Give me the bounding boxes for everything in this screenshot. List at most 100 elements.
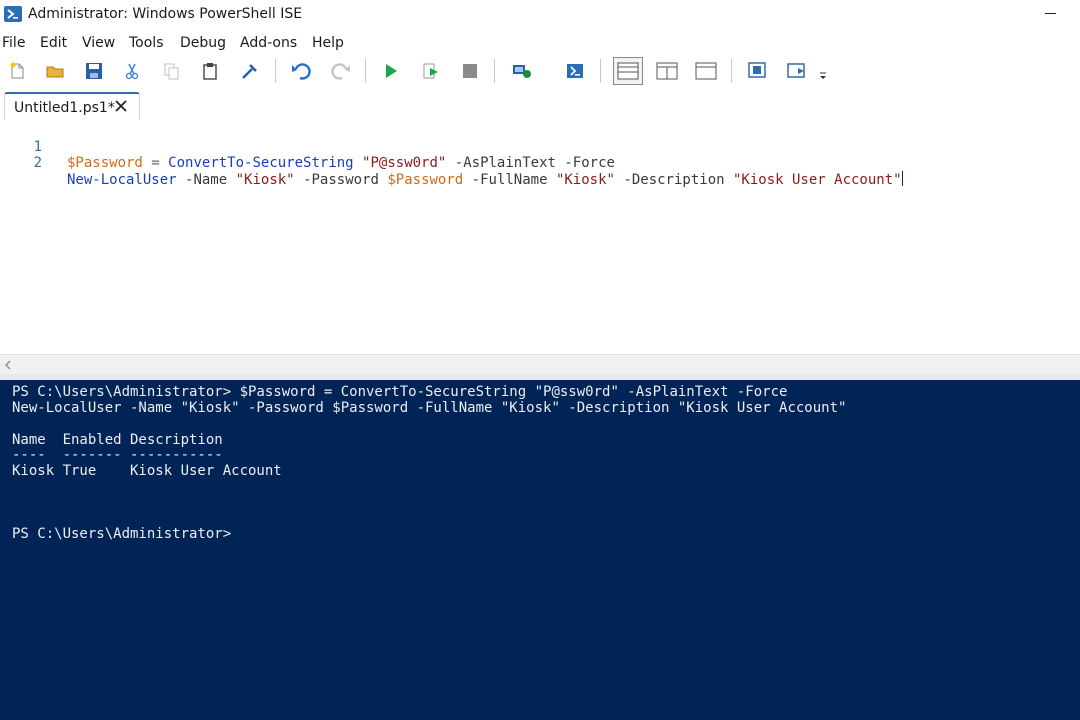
start-powershell-button[interactable] [562, 58, 588, 84]
show-script-pane-top-button[interactable] [613, 57, 643, 85]
code-token-sp [725, 172, 733, 188]
redo-button[interactable] [328, 58, 354, 84]
open-file-icon [46, 66, 64, 78]
line-number: 2 [33, 155, 42, 171]
clear-console-button[interactable] [236, 58, 262, 84]
code-token-var: $Password [67, 155, 143, 171]
code-token-par: -Password [303, 172, 379, 188]
code-token-sp [463, 172, 471, 188]
code-token-sp [227, 172, 235, 188]
close-icon [115, 100, 127, 112]
run-selection-icon [423, 63, 438, 79]
script-tab-strip: Untitled1.ps1* [0, 90, 1080, 120]
editor-line[interactable]: 2 New-LocalUser -Name "Kiosk" -Password … [0, 139, 1080, 188]
code-token-sp [160, 155, 168, 171]
code-token-str: "Kiosk" [235, 172, 295, 188]
code-token-sp [446, 155, 454, 171]
save-icon [86, 63, 102, 79]
more-icon [820, 72, 826, 79]
code-text[interactable]: New-LocalUser -Name "Kiosk" -Password $P… [67, 171, 903, 188]
show-script-icon [748, 62, 766, 78]
console-line: Kiosk True Kiosk User Account [12, 463, 282, 479]
remote-powershell-icon [513, 65, 531, 78]
toolbar-separator [365, 59, 366, 83]
tab-untitled1[interactable]: Untitled1.ps1* [4, 92, 140, 120]
undo-button[interactable] [288, 58, 314, 84]
show-commands-icon [787, 63, 805, 78]
show-script-button[interactable] [745, 58, 771, 84]
code-text[interactable]: $Password = ConvertTo-SecureString "P@ss… [67, 155, 615, 171]
code-token-par: -FullName [471, 172, 548, 188]
menu-file[interactable]: File [2, 35, 25, 51]
copy-icon [164, 63, 179, 80]
code-token-sp [295, 172, 303, 188]
window-title: Administrator: Windows PowerShell ISE [28, 6, 303, 22]
code-token-cmd: New-LocalUser [67, 172, 177, 188]
menu-add-ons[interactable]: Add-ons [240, 35, 297, 51]
minimize-icon [1045, 13, 1056, 14]
code-token-str: "P@ssw0rd" [362, 155, 447, 171]
menu-help[interactable]: Help [312, 35, 344, 51]
editor-horizontal-scrollbar[interactable] [0, 354, 1080, 374]
save-button[interactable] [81, 58, 107, 84]
layout-max-icon [695, 62, 717, 80]
open-file-button[interactable] [42, 58, 68, 84]
code-token-par: -AsPlainText [454, 155, 556, 171]
powershell-ise-app-icon [4, 6, 22, 22]
code-token-sp [354, 155, 362, 171]
code-token-var: $Password [387, 172, 464, 188]
code-token-par: -Force [564, 155, 615, 171]
toolbar-separator [275, 59, 276, 83]
powershell-icon [567, 64, 583, 78]
menu-view[interactable]: View [82, 35, 115, 51]
code-token-op: = [151, 155, 160, 171]
layout-top-icon [617, 62, 639, 80]
toolbar-separator [600, 59, 601, 83]
redo-icon [331, 63, 350, 80]
run-icon [386, 64, 397, 78]
console-line: Name Enabled Description [12, 432, 223, 448]
menu-debug[interactable]: Debug [180, 35, 226, 51]
code-token-sp [177, 172, 185, 188]
run-selection-button[interactable] [418, 58, 444, 84]
console-pane[interactable]: PS C:\Users\Administrator> $Password = C… [0, 380, 1080, 720]
new-file-button[interactable] [4, 58, 30, 84]
toolbar-separator [494, 59, 495, 83]
toolbar [0, 56, 1080, 86]
code-token-par: -Description [623, 172, 725, 188]
paste-icon [203, 63, 217, 80]
console-line: ---- ------- ----------- [12, 447, 223, 463]
text-caret [901, 171, 903, 186]
clear-icon [242, 64, 257, 79]
undo-icon [292, 63, 311, 80]
script-editor[interactable]: 1 $Password = ConvertTo-SecureString "P@… [0, 120, 1080, 354]
menu-bar: File Edit View Tools Debug Add-ons Help [0, 33, 1080, 55]
menu-tools[interactable]: Tools [129, 35, 164, 51]
show-commands-button[interactable] [784, 58, 810, 84]
code-token-str: "Kiosk" [555, 172, 615, 188]
new-file-icon [10, 62, 24, 79]
show-script-pane-right-button[interactable] [654, 58, 680, 84]
editor-line[interactable]: 1 $Password = ConvertTo-SecureString "P@… [0, 123, 1080, 171]
paste-button[interactable] [197, 58, 223, 84]
scroll-left-icon[interactable] [4, 360, 12, 370]
cut-icon [125, 63, 139, 80]
stop-button[interactable] [457, 58, 483, 84]
code-token-sp [548, 172, 556, 188]
copy-button[interactable] [158, 58, 184, 84]
cut-button[interactable] [119, 58, 145, 84]
toolbar-separator [731, 59, 732, 83]
console-line: New-LocalUser -Name "Kiosk" -Password $P… [12, 400, 847, 416]
code-token-cmd: ConvertTo-SecureString [168, 155, 354, 171]
tab-label: Untitled1.ps1* [14, 100, 115, 116]
menu-edit[interactable]: Edit [40, 35, 67, 51]
console-prompt[interactable]: PS C:\Users\Administrator> [12, 526, 231, 542]
run-script-button[interactable] [378, 58, 404, 84]
minimize-button[interactable] [1028, 0, 1074, 28]
layout-right-icon [656, 62, 678, 80]
code-token-par: -Name [185, 172, 228, 188]
close-tab-button[interactable] [113, 98, 129, 114]
show-script-pane-maximized-button[interactable] [693, 58, 719, 84]
new-remote-powershell-tab-button[interactable] [509, 58, 535, 84]
toolbar-overflow-button[interactable] [816, 58, 830, 84]
